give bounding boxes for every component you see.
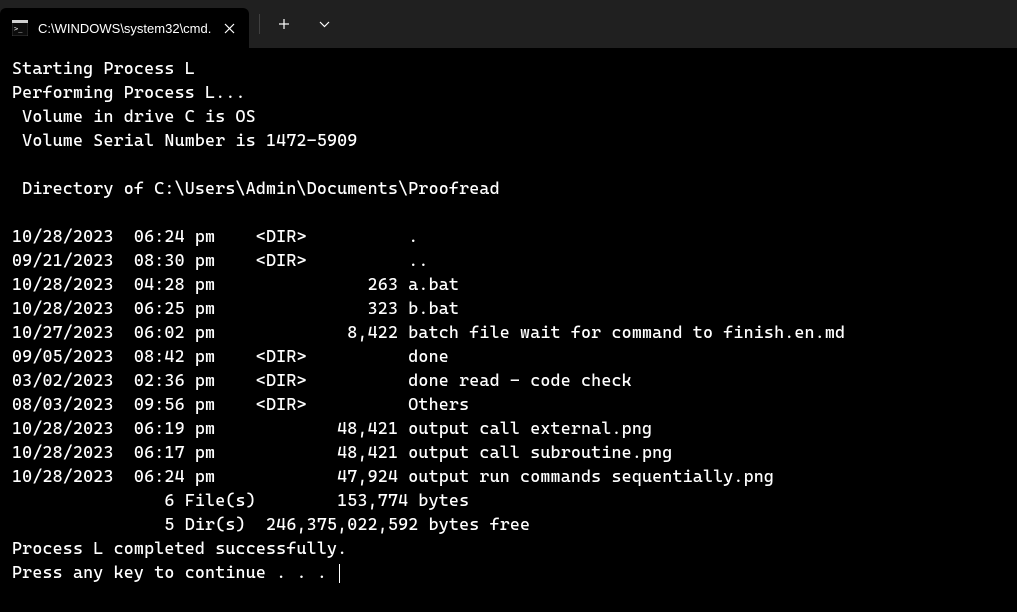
terminal-line: Volume Serial Number is 1472-5909 bbox=[12, 130, 357, 150]
terminal-line: Starting Process L bbox=[12, 58, 195, 78]
terminal-line: 08/03/2023 09:56 pm <DIR> Others bbox=[12, 394, 469, 414]
titlebar-buttons bbox=[249, 0, 342, 48]
terminal-line: 09/05/2023 08:42 pm <DIR> done bbox=[12, 346, 449, 366]
terminal-line: 6 File(s) 153,774 bytes bbox=[12, 490, 469, 510]
terminal-line: Volume in drive C is OS bbox=[12, 106, 256, 126]
terminal-line: 10/28/2023 06:24 pm 47,924 output run co… bbox=[12, 466, 774, 486]
terminal-line: 5 Dir(s) 246,375,022,592 bytes free bbox=[12, 514, 530, 534]
tab-close-button[interactable] bbox=[221, 20, 237, 36]
tab-dropdown-button[interactable] bbox=[306, 8, 342, 40]
tab-title: C:\WINDOWS\system32\cmd. bbox=[38, 21, 211, 36]
cmd-icon: >_ bbox=[12, 20, 28, 36]
cursor bbox=[339, 564, 340, 583]
terminal-line: Performing Process L... bbox=[12, 82, 246, 102]
terminal-line: Process L completed successfully. bbox=[12, 538, 347, 558]
terminal-line: Directory of C:\Users\Admin\Documents\Pr… bbox=[12, 178, 500, 198]
svg-text:>_: >_ bbox=[14, 25, 23, 33]
titlebar: >_ C:\WINDOWS\system32\cmd. bbox=[0, 0, 1017, 48]
terminal-line: Press any key to continue . . . bbox=[12, 562, 337, 582]
terminal-line: 10/28/2023 04:28 pm 263 a.bat bbox=[12, 274, 459, 294]
terminal-line: 10/27/2023 06:02 pm 8,422 batch file wai… bbox=[12, 322, 845, 342]
terminal-line: 09/21/2023 08:30 pm <DIR> .. bbox=[12, 250, 429, 270]
terminal-line: 10/28/2023 06:17 pm 48,421 output call s… bbox=[12, 442, 672, 462]
terminal-line: 10/28/2023 06:24 pm <DIR> . bbox=[12, 226, 418, 246]
terminal-output[interactable]: Starting Process L Performing Process L.… bbox=[0, 48, 1017, 592]
terminal-line: 03/02/2023 02:36 pm <DIR> done read - co… bbox=[12, 370, 632, 390]
new-tab-button[interactable] bbox=[266, 8, 302, 40]
terminal-line: 10/28/2023 06:25 pm 323 b.bat bbox=[12, 298, 459, 318]
terminal-line: 10/28/2023 06:19 pm 48,421 output call e… bbox=[12, 418, 652, 438]
divider bbox=[259, 14, 260, 34]
tab-active[interactable]: >_ C:\WINDOWS\system32\cmd. bbox=[0, 8, 249, 48]
